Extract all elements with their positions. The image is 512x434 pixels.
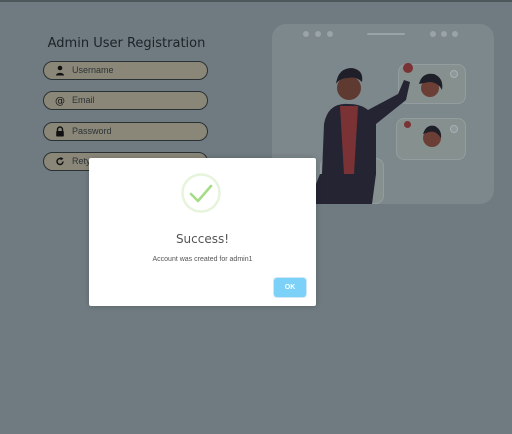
lock-icon xyxy=(55,126,65,137)
dialog-title: Success! xyxy=(175,232,230,246)
email-placeholder: Email xyxy=(72,95,95,105)
form-title: Admin User Registration xyxy=(47,36,206,51)
user-icon xyxy=(55,65,65,76)
ok-button[interactable]: OK xyxy=(274,278,306,297)
username-field[interactable]: Username xyxy=(43,61,208,80)
at-icon: @ xyxy=(55,95,65,106)
retype-password-placeholder: Rety xyxy=(72,156,91,166)
username-placeholder: Username xyxy=(72,65,114,75)
email-field[interactable]: @ Email xyxy=(43,91,208,110)
svg-text:@: @ xyxy=(55,96,65,106)
success-dialog: Success! Account was created for admin1 … xyxy=(89,158,316,306)
refresh-icon xyxy=(55,156,65,167)
password-placeholder: Password xyxy=(72,126,112,136)
success-check-icon xyxy=(181,173,221,213)
top-bar xyxy=(0,0,512,2)
dialog-message: Account was created for admin1 xyxy=(152,256,253,263)
password-field[interactable]: Password xyxy=(43,122,208,141)
